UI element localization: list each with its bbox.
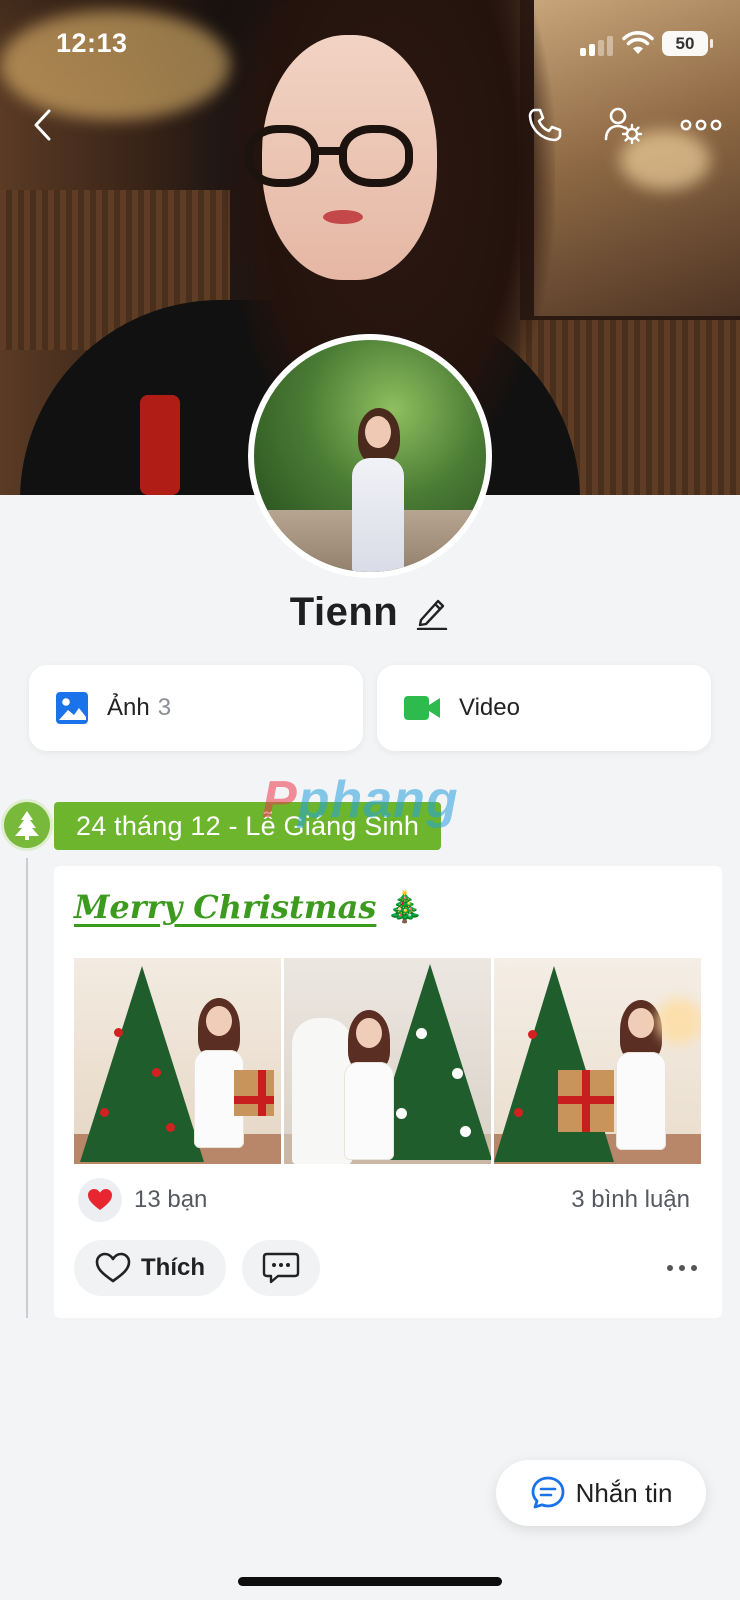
post-photo[interactable] (494, 958, 701, 1164)
profile-settings-button[interactable] (598, 100, 648, 150)
photo-christmas-tree (494, 966, 614, 1162)
like-label: Thích (141, 1254, 205, 1281)
ornament (100, 1108, 109, 1117)
status-time: 12:13 (56, 28, 128, 58)
post-title: Merry Christmas (74, 888, 377, 926)
reactions-button[interactable] (78, 1178, 122, 1222)
phone-icon (528, 108, 562, 142)
ornament (152, 1068, 161, 1077)
user-settings-icon (604, 107, 643, 145)
pencil-icon (417, 599, 448, 630)
glasses-lens (245, 125, 319, 187)
ornament (114, 1028, 123, 1037)
photos-count: 3 (157, 694, 172, 721)
chat-bubble-icon (531, 1476, 564, 1509)
glasses-lens (339, 125, 413, 187)
more-options-button[interactable] (676, 100, 726, 150)
photo-light-glow (656, 998, 701, 1044)
message-button[interactable]: Nhắn tin (496, 1460, 706, 1526)
comment-button[interactable] (242, 1240, 320, 1296)
photos-card[interactable]: Ảnh 3 (29, 665, 363, 751)
timeline-line (26, 858, 28, 1318)
likes-count[interactable]: 13 bạn (134, 1186, 207, 1214)
post-stats: 13 bạn 3 bình luận (78, 1178, 690, 1224)
post-actions: Thích (74, 1240, 702, 1298)
signal-icon (580, 34, 620, 56)
battery-level: 50 (675, 33, 695, 53)
chat-bubble-icon (262, 1252, 300, 1284)
post-photo[interactable] (284, 958, 491, 1164)
photo-person-outfit (344, 1062, 394, 1160)
christmas-tree-icon (4, 802, 50, 848)
videos-label: Video (459, 694, 520, 721)
ornament (396, 1108, 407, 1119)
status-bar: 12:13 50 (0, 0, 740, 90)
cover-shirt-detail (140, 395, 180, 495)
post-date-tag: 24 tháng 12 - Lễ Giáng Sinh (54, 802, 442, 850)
comments-count[interactable]: 3 bình luận (571, 1186, 690, 1214)
battery-icon: 50 (662, 31, 713, 56)
avatar-person (352, 408, 404, 572)
ornament (416, 1028, 427, 1039)
like-button[interactable]: Thích (74, 1240, 226, 1296)
photo-person-face (206, 1006, 232, 1036)
avatar[interactable] (248, 334, 492, 578)
message-label: Nhắn tin (575, 1477, 673, 1508)
heart-outline-icon (95, 1252, 131, 1283)
edit-name-button[interactable] (414, 594, 450, 630)
post-more-button[interactable] (662, 1252, 702, 1284)
image-icon (56, 692, 88, 724)
back-button[interactable] (22, 100, 62, 150)
call-button[interactable] (520, 100, 570, 150)
avatar-person-face (365, 416, 391, 448)
photo-gift-box (558, 1070, 614, 1132)
cover-person-glasses (245, 125, 415, 191)
ornament (514, 1108, 523, 1117)
more-horizontal-icon (680, 119, 722, 131)
videos-card[interactable]: Video (377, 665, 711, 751)
ornament (452, 1068, 463, 1079)
post-card: Merry Christmas 🎄 13 bạn 3 bình luận Thí… (54, 866, 722, 1318)
photo-gift-box (234, 1070, 274, 1116)
avatar-person-dress (352, 458, 404, 572)
cover-person-lips (323, 210, 363, 224)
ornament (460, 1126, 471, 1137)
video-camera-icon (404, 696, 440, 720)
ornament (166, 1123, 175, 1132)
home-indicator[interactable] (238, 1577, 502, 1586)
photo-person-face (356, 1018, 382, 1048)
photo-person-face (628, 1008, 654, 1038)
more-horizontal-icon (667, 1265, 697, 1271)
photo-person (342, 1010, 396, 1160)
post-title-emoji: 🎄 (386, 890, 424, 924)
ornament (528, 1030, 537, 1039)
heart-icon (88, 1189, 112, 1210)
photo-christmas-tree (80, 966, 204, 1162)
post-photo[interactable] (74, 958, 281, 1164)
photos-label: Ảnh (107, 694, 150, 721)
profile-name: Tienn (289, 589, 399, 634)
profile-name-row: Tienn (0, 584, 740, 640)
wifi-icon (622, 30, 654, 61)
chevron-left-icon (34, 109, 51, 141)
post-title-row: Merry Christmas 🎄 (74, 888, 424, 926)
photo-person-outfit (616, 1052, 666, 1150)
